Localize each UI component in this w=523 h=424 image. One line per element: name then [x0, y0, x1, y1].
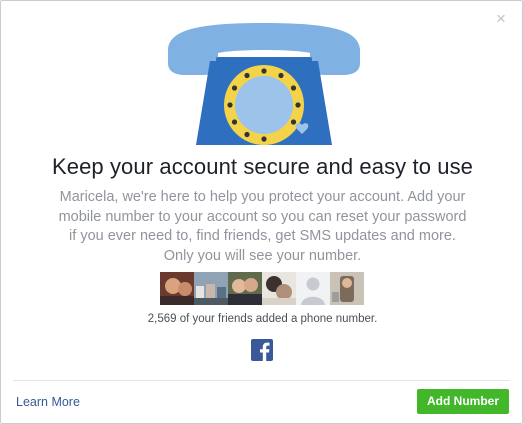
- add-phone-dialog: × Keep your account secure and easy to u…: [0, 0, 523, 424]
- telephone-illustration: [168, 23, 360, 145]
- dialog-headline: Keep your account secure and easy to use: [51, 154, 474, 179]
- friends-count-text: 2,569 of your friends added a phone numb…: [147, 313, 378, 325]
- message-line: mobile number to your account so you can…: [58, 208, 467, 225]
- friend-photos-row: [160, 272, 364, 305]
- message-line: Maricela, we're here to help you protect…: [59, 189, 466, 205]
- friend-photo[interactable]: [228, 272, 262, 305]
- friend-photo[interactable]: [160, 272, 194, 305]
- message-line: if you ever need to, find friends, get S…: [69, 228, 456, 244]
- footer-divider: [13, 380, 510, 381]
- friend-photo-placeholder[interactable]: [296, 272, 330, 305]
- friend-photo[interactable]: [194, 272, 228, 305]
- friend-photo[interactable]: [330, 272, 364, 305]
- learn-more-link[interactable]: Learn More: [16, 395, 80, 409]
- message-line: Only you will see your number.: [163, 247, 362, 264]
- dialog-message: Maricela, we're here to help you protect…: [41, 188, 484, 266]
- add-number-button[interactable]: Add Number: [417, 389, 509, 414]
- close-icon[interactable]: ×: [493, 10, 509, 27]
- facebook-logo-icon: [251, 339, 273, 361]
- friend-photo[interactable]: [262, 272, 296, 305]
